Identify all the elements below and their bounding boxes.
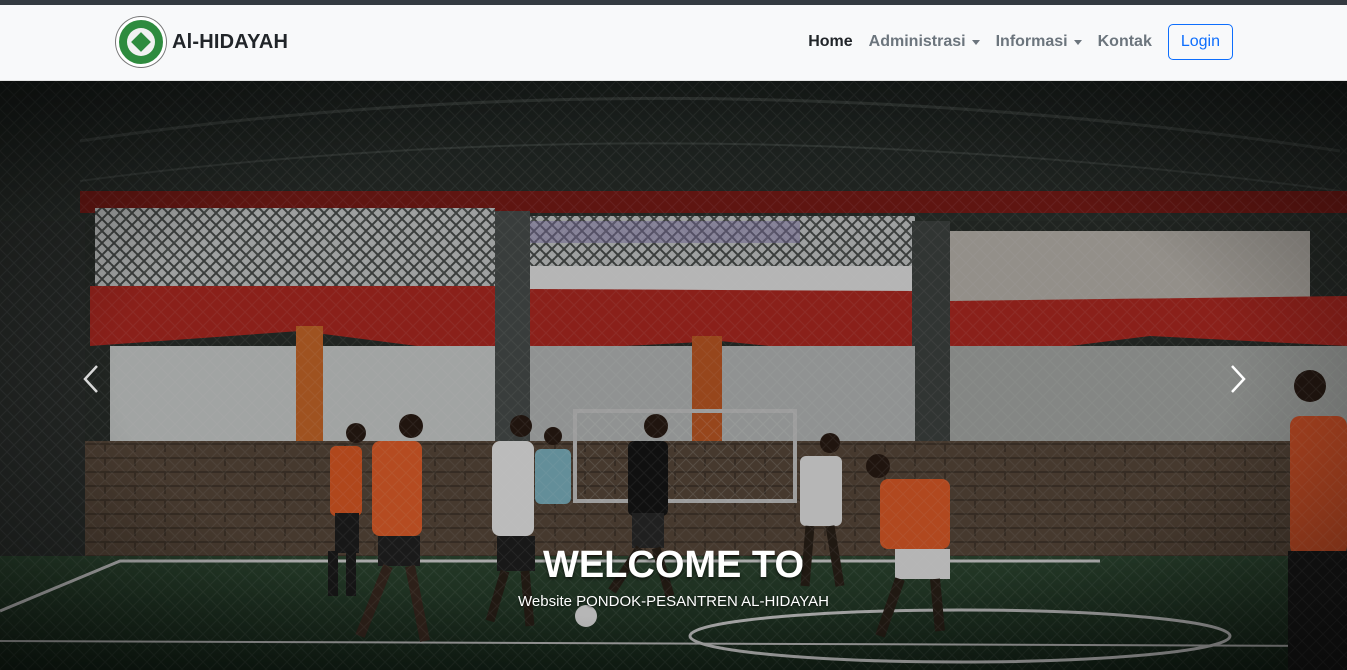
login-button[interactable]: Login <box>1167 24 1233 60</box>
carousel-prev-button[interactable] <box>80 363 120 403</box>
brand-name: Al-HIDAYAH <box>172 30 289 53</box>
carousel-next-button[interactable] <box>1227 363 1267 403</box>
nav-home[interactable]: Home <box>800 25 860 59</box>
caret-down-icon <box>971 39 980 45</box>
nav-kontak[interactable]: Kontak <box>1090 25 1160 59</box>
chevron-left-icon <box>83 365 98 393</box>
nav-administrasi-dropdown[interactable]: Administrasi <box>861 25 988 59</box>
school-emblem-icon <box>116 17 166 67</box>
nav-menu: Home Administrasi Informasi Kontak Login <box>800 24 1233 60</box>
hero-title: WELCOME TO <box>542 544 805 586</box>
carousel-caption: WELCOME TO Website PONDOK-PESANTREN AL-H… <box>0 544 1347 610</box>
hero-carousel: WELCOME TO Website PONDOK-PESANTREN AL-H… <box>0 81 1347 670</box>
nav-administrasi-label: Administrasi <box>868 33 966 50</box>
hero-subtitle: Website PONDOK-PESANTREN AL-HIDAYAH <box>518 593 829 610</box>
navbar: Al-HIDAYAH Home Administrasi Informasi K… <box>0 5 1347 81</box>
caret-down-icon <box>1073 39 1082 45</box>
chevron-right-icon <box>1231 365 1246 393</box>
nav-informasi-dropdown[interactable]: Informasi <box>988 25 1090 59</box>
nav-informasi-label: Informasi <box>995 33 1068 50</box>
brand-link[interactable]: Al-HIDAYAH <box>116 17 288 67</box>
